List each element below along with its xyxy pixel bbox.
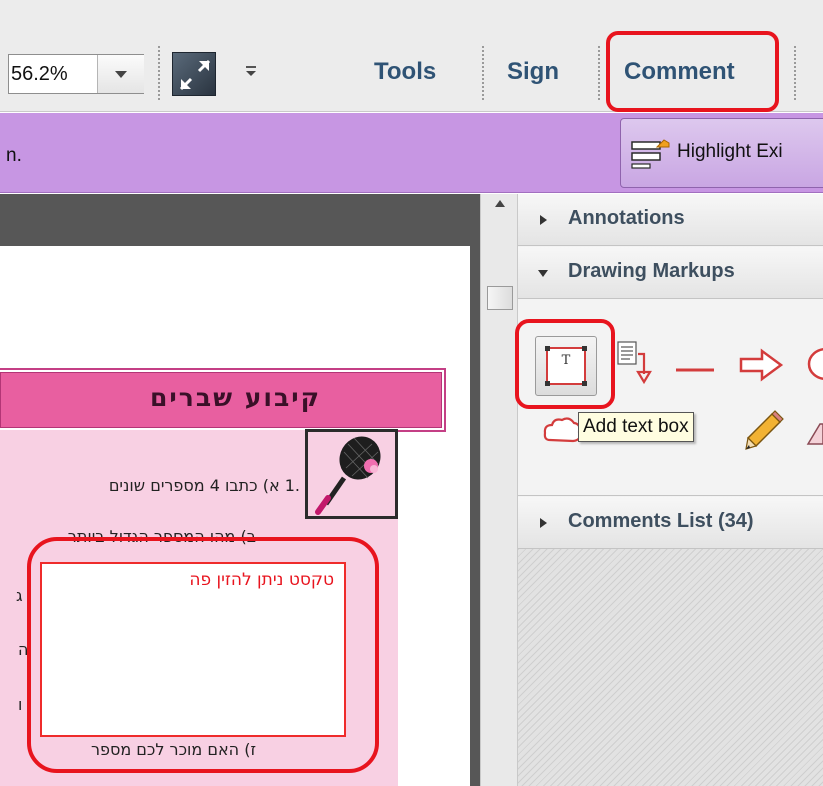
- collapse-arrow-icon: [538, 270, 548, 277]
- zoom-dropdown-button[interactable]: [98, 55, 144, 93]
- highlight-existing-fields-button[interactable]: Highlight Exi: [620, 118, 823, 188]
- highlight-button-label: Highlight Exi: [677, 141, 783, 162]
- text-box-tool-highlight-annotation: [515, 319, 615, 409]
- annotations-label: Annotations: [568, 207, 685, 229]
- fit-window-icon[interactable]: [172, 52, 216, 96]
- comments-list-empty-area: [518, 549, 823, 786]
- text-box-highlight-annotation: [27, 537, 379, 773]
- document-title: קיבוע שברים: [150, 383, 321, 412]
- notification-text: n.: [6, 145, 22, 166]
- comments-list-section-header[interactable]: Comments List (34): [518, 497, 823, 549]
- toolbar-separator: [482, 46, 484, 100]
- drawing-markups-section-header[interactable]: Drawing Markups: [518, 247, 823, 299]
- highlight-fields-icon: [631, 139, 671, 173]
- toolbar-more-icon[interactable]: [246, 66, 256, 76]
- comments-list-label: Comments List (34): [568, 510, 754, 532]
- scroll-thumb[interactable]: [487, 286, 513, 310]
- cloud-icon[interactable]: [542, 414, 582, 452]
- zoom-combobox[interactable]: 56.2%: [8, 54, 144, 94]
- tools-button[interactable]: Tools: [374, 58, 436, 86]
- add-text-box-tooltip: Add text box: [578, 412, 694, 442]
- expand-arrow-icon: [540, 518, 547, 528]
- question-fragment: ג: [16, 586, 23, 605]
- toolbar-separator: [794, 46, 796, 100]
- eraser-icon[interactable]: [804, 416, 823, 454]
- toolbar-separator: [158, 46, 160, 100]
- annotations-section-header[interactable]: Annotations: [518, 194, 823, 246]
- zoom-value-input[interactable]: 56.2%: [9, 55, 91, 93]
- vertical-scrollbar[interactable]: [480, 194, 518, 786]
- line-icon[interactable]: [674, 360, 716, 379]
- comment-button-highlight-annotation: [606, 31, 779, 112]
- question-line-1: .1 א) כתבו 4 מספרים שונים: [108, 476, 300, 495]
- chevron-down-icon: [115, 71, 127, 78]
- pencil-icon[interactable]: [742, 410, 784, 456]
- chevron-down-icon: [246, 71, 256, 76]
- toolbar-separator: [598, 46, 600, 100]
- text-callout-icon[interactable]: [616, 340, 656, 390]
- expand-arrow-icon: [540, 215, 547, 225]
- badminton-racket-icon: [305, 429, 398, 519]
- sign-button[interactable]: Sign: [507, 58, 559, 86]
- more-bar: [246, 66, 256, 68]
- scroll-up-icon[interactable]: [495, 200, 505, 207]
- arrow-icon[interactable]: [738, 348, 784, 386]
- question-fragment: ו: [18, 695, 23, 714]
- oval-icon[interactable]: [806, 346, 823, 386]
- drawing-markups-label: Drawing Markups: [568, 260, 735, 282]
